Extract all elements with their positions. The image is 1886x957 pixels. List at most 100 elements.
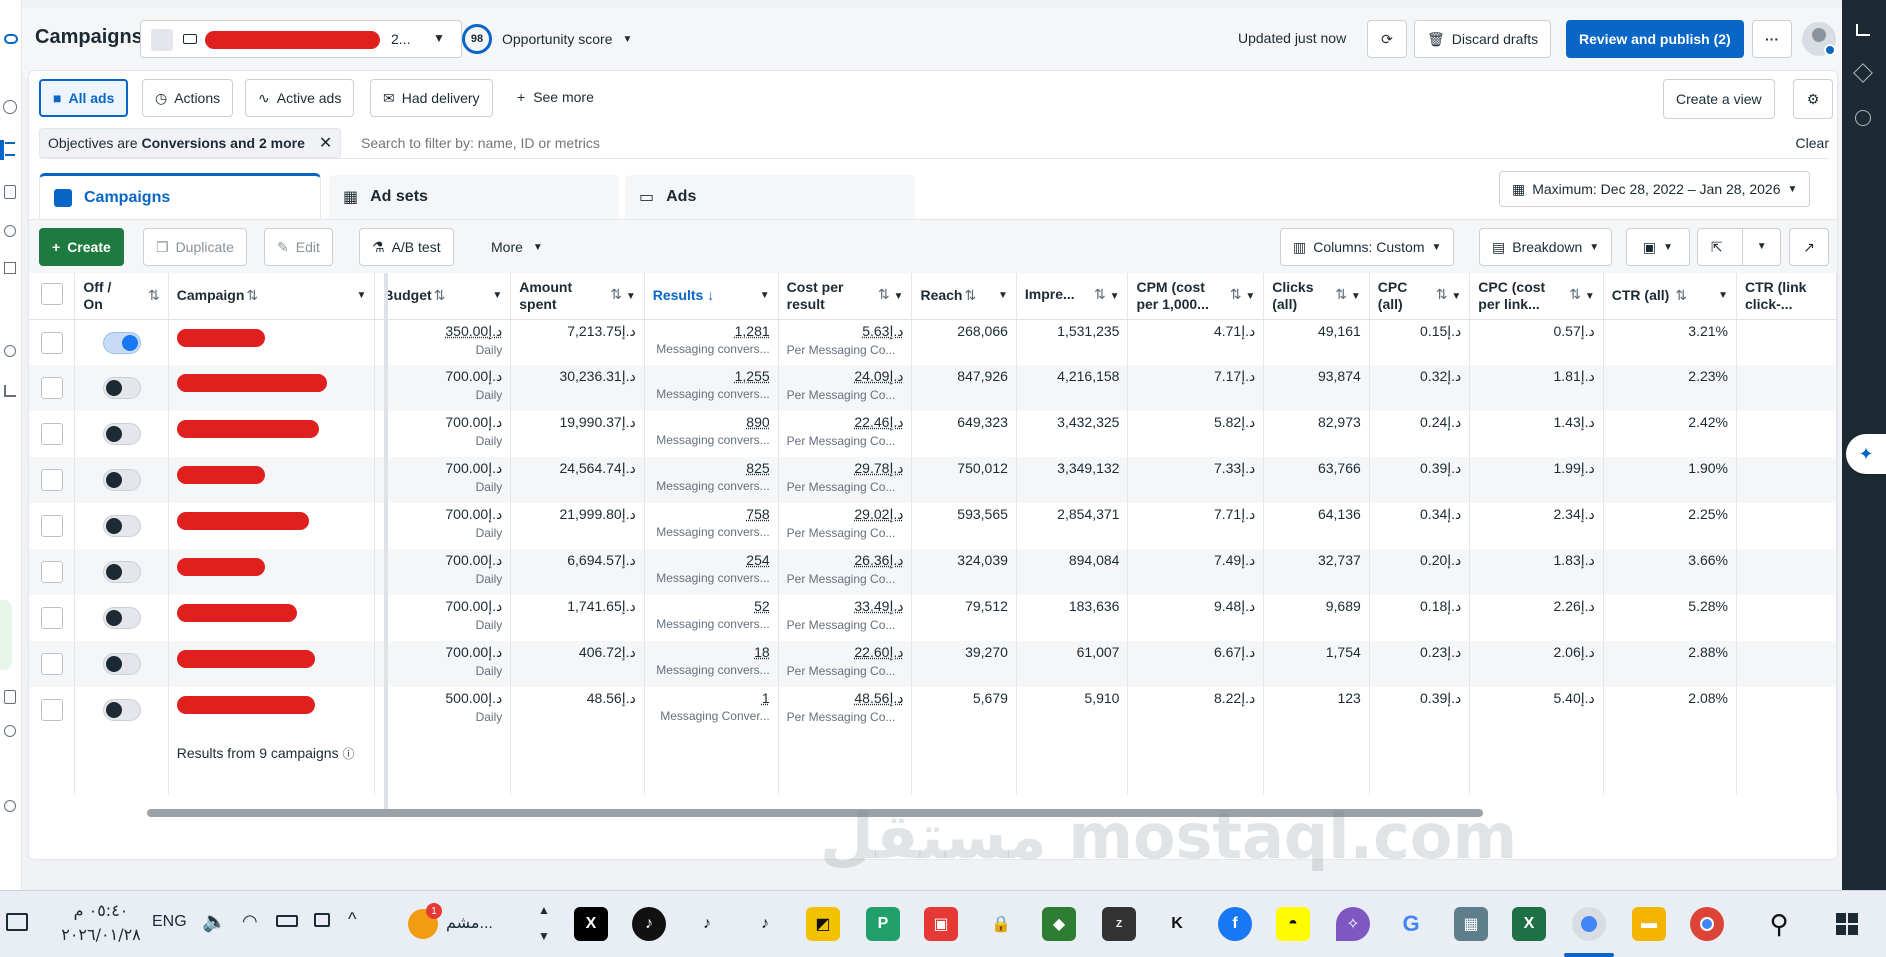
row-checkbox[interactable]: [40, 653, 63, 675]
col-impressions[interactable]: Impre... ⇅ ▼: [1016, 273, 1129, 320]
tab-ads[interactable]: ▭ Ads: [625, 175, 915, 219]
video-app-icon[interactable]: ▣: [924, 907, 958, 941]
weather-label[interactable]: مشم...: [446, 913, 493, 933]
picsart-icon[interactable]: P: [866, 907, 900, 941]
col-campaign[interactable]: Campaign ⇅ ▼: [168, 273, 376, 320]
file-explorer-icon[interactable]: ▬: [1632, 907, 1666, 941]
row-checkbox[interactable]: [40, 331, 63, 354]
x-app-icon[interactable]: X: [574, 907, 608, 941]
campaign-name-redacted[interactable]: [176, 604, 297, 622]
search-input[interactable]: [361, 128, 1461, 158]
opportunity-score-button[interactable]: 98 Opportunity score ▼: [462, 20, 632, 58]
more-options-button[interactable]: ···: [1752, 20, 1792, 58]
see-more-button[interactable]: + See more: [517, 89, 594, 105]
excel-app-icon[interactable]: X: [1512, 907, 1546, 941]
chrome-profile-app-icon[interactable]: [1572, 907, 1606, 941]
campaign-toggle[interactable]: [102, 607, 141, 629]
ks-app-icon[interactable]: K: [1160, 907, 1194, 941]
col-cpm[interactable]: CPM (cost per 1,000... ⇅ ▼: [1127, 273, 1265, 320]
filter-actions[interactable]: ◷ Actions: [142, 79, 234, 117]
select-all-checkbox[interactable]: [40, 282, 63, 305]
campaign-toggle[interactable]: [102, 561, 141, 583]
battery-icon[interactable]: [276, 915, 298, 927]
tiktok-app-icon[interactable]: ♪: [632, 907, 666, 941]
weather-icon[interactable]: 1: [408, 903, 442, 939]
table-row[interactable]: د.إ700.00 Daily د.إ406.72 18 Messaging conve…: [29, 641, 1837, 687]
edit-button[interactable]: ✎ Edit: [264, 228, 333, 266]
table-row[interactable]: د.إ700.00 Daily د.إ30,236.31 1,255 Messaging…: [29, 365, 1837, 411]
col-off-on[interactable]: Off / On ⇅: [74, 273, 169, 320]
campaign-toggle[interactable]: [102, 469, 141, 491]
chevron-up-icon[interactable]: ^: [348, 909, 356, 930]
review-publish-button[interactable]: Review and publish (2): [1566, 20, 1744, 58]
col-ctr-all[interactable]: CTR (all) ⇅ ▼: [1603, 273, 1737, 320]
chrome-app-icon[interactable]: [1690, 907, 1724, 941]
nav-search-icon[interactable]: [4, 800, 16, 812]
row-checkbox[interactable]: [40, 423, 63, 445]
language-indicator[interactable]: ENG: [152, 913, 187, 931]
campaign-name-redacted[interactable]: [176, 374, 327, 392]
date-range-picker[interactable]: ▦ Maximum: Dec 28, 2022 – Jan 28, 2026 ▼: [1499, 171, 1811, 207]
edit-pencil-icon[interactable]: [1853, 63, 1873, 83]
tiktok-app-icon-3[interactable]: ♪: [748, 907, 782, 941]
zomex-app-icon[interactable]: Z: [1102, 907, 1136, 941]
ab-test-button[interactable]: ⚗ A/B test: [359, 228, 454, 266]
nav-help-panel[interactable]: [0, 600, 12, 670]
row-checkbox[interactable]: [40, 377, 63, 399]
insights-icon[interactable]: [1856, 24, 1870, 36]
campaign-toggle[interactable]: [102, 331, 141, 354]
row-checkbox[interactable]: [40, 469, 63, 491]
clock-time[interactable]: ٠٥:٤٠ م: [56, 901, 146, 920]
columns-button[interactable]: ▥ Columns: Custom ▼: [1280, 228, 1455, 266]
calculator-app-icon[interactable]: ▦: [1454, 907, 1488, 941]
campaign-name-redacted[interactable]: [176, 558, 265, 576]
tab-ad-sets[interactable]: ▦ Ad sets: [329, 175, 619, 219]
lock-app-icon[interactable]: 🔒: [984, 907, 1018, 941]
tiktok-app-icon-2[interactable]: ♪: [690, 907, 724, 941]
nav-campaigns-icon[interactable]: [5, 142, 15, 156]
col-reach[interactable]: Reach ⇅ ▼: [911, 273, 1017, 320]
nav-audience-icon[interactable]: [4, 225, 16, 237]
campaign-toggle[interactable]: [102, 377, 141, 399]
table-row[interactable]: د.إ700.00 Daily د.إ6,694.57 254 Messaging co…: [29, 549, 1837, 595]
refresh-button[interactable]: ⟳: [1367, 20, 1407, 58]
campaign-toggle[interactable]: [102, 699, 141, 721]
windows-start-icon[interactable]: [1830, 907, 1864, 941]
campaign-name-redacted[interactable]: [176, 650, 315, 668]
nav-home-icon[interactable]: [3, 100, 17, 114]
col-amount-spent[interactable]: Amount spent ⇅ ▼: [510, 273, 645, 320]
campaign-toggle[interactable]: [102, 515, 141, 537]
nav-list-icon[interactable]: [4, 385, 16, 397]
table-row[interactable]: د.إ700.00 Daily د.إ19,990.37 890 Messaging c…: [29, 411, 1837, 457]
table-row[interactable]: د.إ700.00 Daily د.إ21,999.80 758 Messaging c…: [29, 503, 1837, 549]
nav-settings-icon[interactable]: [4, 725, 16, 737]
filter-all-ads[interactable]: ■ All ads: [39, 79, 129, 117]
reports-button[interactable]: ▣ ▼: [1626, 228, 1690, 266]
meet-now-icon[interactable]: [314, 913, 330, 927]
nav-events-icon[interactable]: [4, 345, 16, 357]
col-budget[interactable]: Budget ⇅ ▼: [374, 273, 512, 320]
campaign-name-redacted[interactable]: [176, 696, 315, 714]
google-app-icon[interactable]: G: [1394, 907, 1428, 941]
row-checkbox[interactable]: [40, 515, 63, 537]
filter-active-ads[interactable]: ∿ Active ads: [245, 79, 355, 117]
facebook-app-icon[interactable]: f: [1218, 907, 1252, 941]
col-clicks[interactable]: Clicks (all) ⇅ ▼: [1263, 273, 1370, 320]
campaign-toggle[interactable]: [102, 653, 141, 675]
clear-filters-link[interactable]: Clear: [1796, 135, 1829, 151]
campaign-name-redacted[interactable]: [176, 466, 265, 484]
info-icon[interactable]: ⓘ: [342, 747, 354, 761]
campaign-name-redacted[interactable]: [176, 420, 319, 438]
store-app-icon[interactable]: ◆: [1042, 907, 1076, 941]
tab-campaigns[interactable]: Campaigns: [39, 173, 321, 219]
campaign-toggle[interactable]: [102, 423, 141, 445]
view-settings-button[interactable]: ⚙: [1793, 79, 1833, 119]
copilot-app-icon[interactable]: ✧: [1336, 907, 1370, 941]
ai-assistant-icon[interactable]: ✦: [1846, 434, 1886, 474]
table-row[interactable]: د.إ700.00 Daily د.إ24,564.74 825 Messaging c…: [29, 457, 1837, 503]
row-checkbox[interactable]: [40, 561, 63, 583]
discard-drafts-button[interactable]: 🗑 Discard drafts: [1414, 20, 1552, 58]
row-checkbox[interactable]: [40, 699, 63, 721]
duplicate-button[interactable]: ❐ Duplicate: [143, 228, 247, 266]
sticky-notes-icon[interactable]: ◩: [806, 907, 840, 941]
